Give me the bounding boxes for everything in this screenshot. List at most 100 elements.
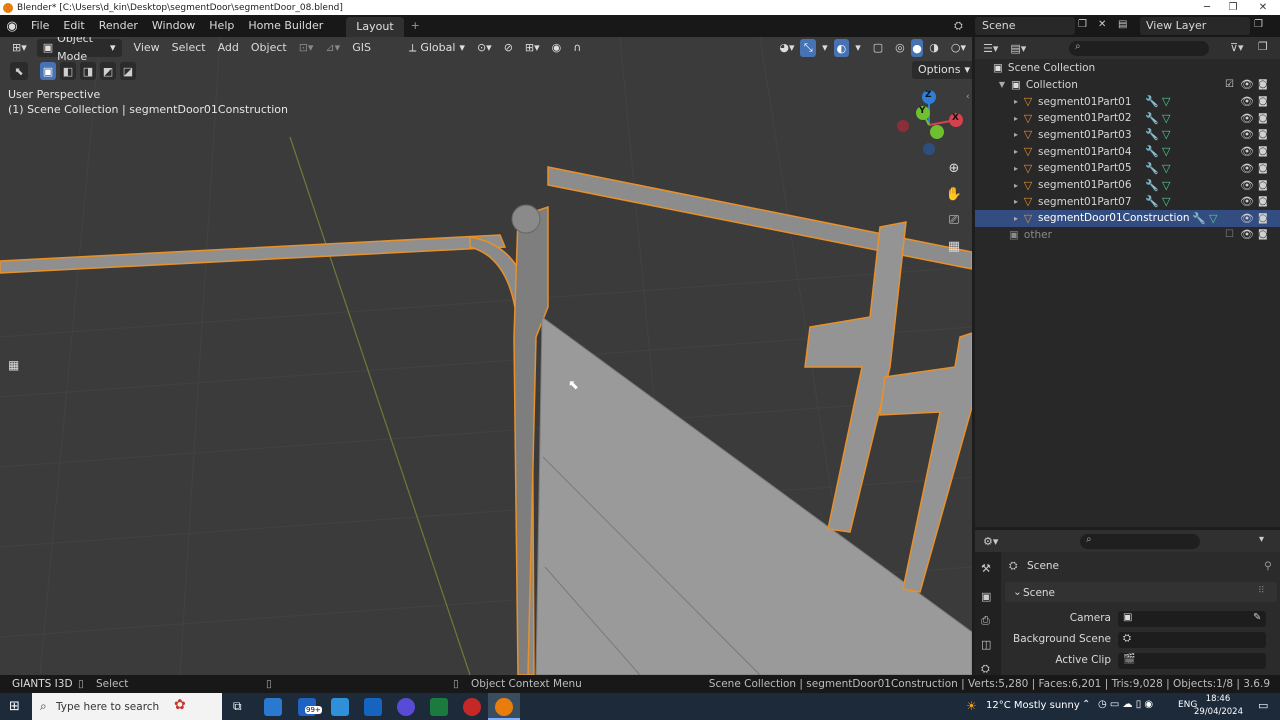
- mode-dropdown[interactable]: ▣ Object Mode ▾: [36, 37, 122, 63]
- camera-field[interactable]: [1118, 611, 1266, 627]
- menu-view[interactable]: View: [128, 38, 166, 58]
- eye-icon[interactable]: 👁: [1240, 78, 1254, 91]
- modifier-wrench-icon[interactable]: 🔧: [1145, 195, 1159, 208]
- menu-gis[interactable]: GIS: [346, 38, 377, 58]
- mesh-data-icon[interactable]: ▽: [1162, 179, 1170, 192]
- outliner-collection[interactable]: ▼ ▣ Collection ☑ 👁 ◙: [975, 76, 1280, 93]
- eye-icon[interactable]: 👁: [1240, 95, 1254, 108]
- eye-icon[interactable]: 👁: [1240, 212, 1254, 225]
- outliner-editor-icon[interactable]: ☰▾: [983, 42, 998, 55]
- modifier-wrench-icon[interactable]: 🔧: [1145, 162, 1159, 175]
- expand-arrow-icon[interactable]: ▸: [1011, 214, 1021, 223]
- chrome-icon[interactable]: [463, 698, 481, 716]
- view-layer-selector[interactable]: View Layer: [1140, 17, 1250, 35]
- zoom-icon[interactable]: ⊕: [945, 161, 963, 179]
- windows-start-icon[interactable]: ⊞: [9, 699, 20, 714]
- outliner-object-row[interactable]: ▸ ▽ segment01Part02 🔧 ▽ 👁 ◙: [975, 110, 1280, 127]
- outliner-object-row[interactable]: ▸ ▽ segmentDoor01Construction 🔧 ▽ 👁 ◙: [975, 209, 1280, 227]
- snap-increment-icon[interactable]: ⊞▾: [519, 38, 546, 58]
- mesh-data-icon[interactable]: ▽: [1162, 112, 1170, 125]
- select-mode-new-icon[interactable]: ▣: [40, 62, 56, 80]
- mesh-data-icon[interactable]: ▽: [1162, 195, 1170, 208]
- outliner-search-input[interactable]: ⌕: [1069, 41, 1209, 56]
- pivot-point-icon[interactable]: ⊙▾: [471, 38, 498, 58]
- menu-select[interactable]: Select: [166, 38, 212, 58]
- exclude-checkbox[interactable]: ☑: [1225, 79, 1234, 90]
- new-collection-icon[interactable]: ❐: [1258, 40, 1268, 53]
- modifier-wrench-icon[interactable]: 🔧: [1145, 145, 1159, 158]
- background-scene-field[interactable]: [1118, 632, 1266, 648]
- camera-view-icon[interactable]: ⎚: [945, 213, 963, 231]
- rendered-shading-icon[interactable]: ○▾: [945, 38, 972, 58]
- eye-icon[interactable]: 👁: [1240, 162, 1254, 175]
- task-view-icon[interactable]: ⧉: [233, 699, 242, 714]
- modifier-wrench-icon[interactable]: 🔧: [1145, 128, 1159, 141]
- render-camera-icon[interactable]: ◙: [1258, 229, 1268, 240]
- menu-home-builder[interactable]: Home Builder: [241, 15, 330, 37]
- toolbar-toggle-icon[interactable]: ▦: [8, 358, 19, 372]
- scene-browse-icon[interactable]: ⛭: [954, 19, 963, 33]
- outliner-object-row[interactable]: ▸ ▽ segment01Part07 🔧 ▽ 👁 ◙: [975, 193, 1280, 210]
- eye-icon[interactable]: 👁: [1240, 228, 1254, 241]
- expand-arrow-icon[interactable]: ▸: [1011, 147, 1021, 156]
- gizmo-dropdown-icon[interactable]: ▾: [816, 38, 834, 58]
- proportional-edit-icon[interactable]: ◉: [546, 38, 568, 58]
- clock-time[interactable]: 18:46: [1198, 694, 1238, 704]
- select-mode-subtract-icon[interactable]: ◨: [80, 62, 96, 80]
- expand-arrow-icon[interactable]: ▼: [997, 80, 1007, 89]
- options-dropdown[interactable]: Options ▾: [912, 61, 972, 79]
- view-layer-icon[interactable]: ▤: [1118, 19, 1127, 30]
- outliner-object-row[interactable]: ▸ ▽ segment01Part04 🔧 ▽ 👁 ◙: [975, 143, 1280, 160]
- falloff-icon[interactable]: ∩: [567, 38, 587, 58]
- restore-button[interactable]: ❐: [1220, 0, 1246, 15]
- new-scene-icon[interactable]: ❐: [1078, 19, 1087, 30]
- menu-add[interactable]: Add: [212, 38, 245, 58]
- expand-arrow-icon[interactable]: ▸: [1011, 97, 1021, 106]
- active-clip-field[interactable]: [1118, 653, 1266, 669]
- drag-handle-icon[interactable]: ⠿: [1258, 586, 1265, 596]
- visibility-icon[interactable]: ◕▾: [773, 38, 800, 58]
- render-camera-icon[interactable]: ◙: [1258, 196, 1268, 207]
- scene-selector[interactable]: Scene: [975, 17, 1075, 35]
- ortho-grid-icon[interactable]: ▦: [945, 239, 963, 257]
- app-icon-1[interactable]: [331, 698, 349, 716]
- properties-editor-icon[interactable]: ⚙▾: [983, 535, 998, 548]
- expand-arrow-icon[interactable]: ▸: [1011, 181, 1021, 190]
- pin-icon[interactable]: ⚲: [1264, 560, 1272, 572]
- outliner-object-row[interactable]: ▸ ▽ segment01Part03 🔧 ▽ 👁 ◙: [975, 126, 1280, 143]
- eye-icon[interactable]: 👁: [1240, 145, 1254, 158]
- menu-render[interactable]: Render: [92, 15, 145, 37]
- add-workspace-button[interactable]: +: [404, 15, 427, 37]
- outlook-icon[interactable]: [364, 698, 382, 716]
- mesh-data-icon[interactable]: ▽: [1162, 162, 1170, 175]
- menu-file[interactable]: File: [24, 15, 56, 37]
- snap-target-icon[interactable]: ⊿▾: [319, 38, 346, 58]
- orientation-dropdown[interactable]: ⟂ Global ▾: [403, 39, 471, 57]
- overlay-toggle-icon[interactable]: ◐: [833, 39, 850, 57]
- select-mode-extend-icon[interactable]: ◧: [60, 62, 76, 80]
- collapse-sidebar-icon[interactable]: ‹: [966, 92, 970, 102]
- pan-hand-icon[interactable]: ✋: [945, 187, 963, 205]
- menu-help[interactable]: Help: [202, 15, 241, 37]
- modifier-wrench-icon[interactable]: 🔧: [1192, 212, 1206, 225]
- expand-arrow-icon[interactable]: ▸: [1011, 164, 1021, 173]
- tray-expand-icon[interactable]: ⌃: [1082, 699, 1090, 710]
- eye-icon[interactable]: 👁: [1240, 195, 1254, 208]
- taskbar-search-input[interactable]: ⌕ Type here to search ✿: [32, 693, 222, 720]
- solid-shading-icon[interactable]: ●: [910, 39, 924, 57]
- outliner-object-row[interactable]: ▸ ▽ segment01Part05 🔧 ▽ 👁 ◙: [975, 160, 1280, 177]
- display-mode-icon[interactable]: ▤▾: [1010, 42, 1026, 55]
- render-camera-icon[interactable]: ◙: [1258, 180, 1268, 191]
- overlay-dropdown-icon[interactable]: ▾: [849, 38, 867, 58]
- menu-edit[interactable]: Edit: [56, 15, 91, 37]
- modifier-wrench-icon[interactable]: 🔧: [1145, 95, 1159, 108]
- tray-icons[interactable]: ◷ ▭ ☁ ▯ ◉: [1098, 699, 1153, 710]
- outliner-object-row[interactable]: ▸ ▽ segment01Part01 🔧 ▽ 👁 ◙: [975, 93, 1280, 110]
- blender-menu-icon[interactable]: ◉: [0, 19, 24, 34]
- expand-arrow-icon[interactable]: ▸: [1011, 197, 1021, 206]
- modifier-wrench-icon[interactable]: 🔧: [1145, 112, 1159, 125]
- close-button[interactable]: ✕: [1250, 0, 1276, 15]
- 3d-viewport[interactable]: ⊞▾ ▣ Object Mode ▾ View Select Add Object …: [0, 37, 972, 675]
- navigation-gizmo[interactable]: Z Y X: [893, 89, 965, 161]
- outliner-scene-collection[interactable]: ▣ Scene Collection: [975, 59, 1280, 76]
